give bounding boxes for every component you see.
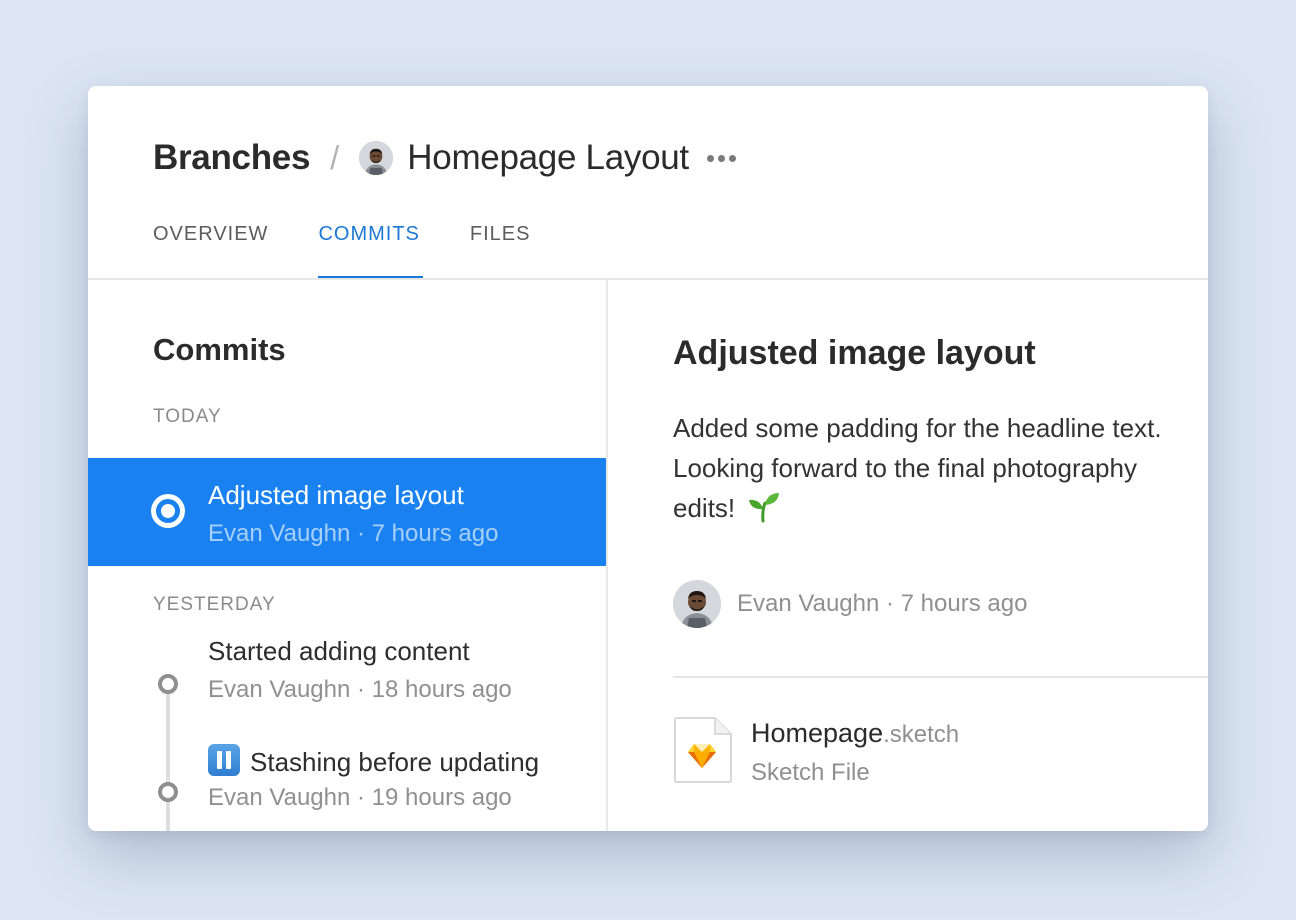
avatar xyxy=(673,580,721,628)
commit-detail-panel: Adjusted image layout Added some padding… xyxy=(608,280,1208,831)
avatar xyxy=(359,141,394,175)
commit-title: Adjusted image layout xyxy=(208,480,464,510)
commit-meta: Evan Vaughn · 19 hours ago xyxy=(208,784,512,811)
timeline-node-icon xyxy=(158,782,178,802)
commit-meta: Evan Vaughn · 7 hours ago xyxy=(208,520,499,547)
file-info: Homepage.sketch Sketch File xyxy=(751,716,959,787)
commit-title-wrapper: Stashing before updating xyxy=(208,744,539,778)
seedling-icon xyxy=(747,489,781,534)
commit-description: Added some padding for the headline text… xyxy=(673,408,1173,534)
commit-item-selected[interactable]: Adjusted image layout Evan Vaughn · 7 ho… xyxy=(88,458,606,566)
file-name: Homepage xyxy=(751,718,884,748)
file-item[interactable]: Homepage.sketch Sketch File xyxy=(673,716,959,787)
breadcrumb-branches-link[interactable]: Branches xyxy=(153,138,310,178)
file-type: Sketch File xyxy=(751,759,870,786)
commit-meta: Evan Vaughn · 18 hours ago xyxy=(208,676,512,703)
page-header: Branches / Homepage Layout OVERVIEW COMM… xyxy=(88,86,1208,280)
breadcrumb: Branches / Homepage Layout xyxy=(153,134,736,182)
group-label-yesterday: YESTERDAY xyxy=(153,594,276,615)
sketch-file-icon xyxy=(673,716,733,784)
more-options-icon[interactable] xyxy=(706,149,736,168)
tab-bar: OVERVIEW COMMITS FILES xyxy=(153,214,580,280)
file-extension: .sketch xyxy=(883,721,960,748)
commit-title: Stashing before updating xyxy=(250,747,540,777)
commit-detail-title: Adjusted image layout xyxy=(673,334,1036,372)
commit-author: Evan Vaughn · 7 hours ago xyxy=(673,580,1027,628)
tab-files[interactable]: FILES xyxy=(470,214,531,280)
commit-author-meta: Evan Vaughn · 7 hours ago xyxy=(737,590,1028,617)
group-label-today: TODAY xyxy=(153,406,222,427)
branch-title: Homepage Layout xyxy=(407,138,689,177)
commits-panel-title: Commits xyxy=(153,332,286,367)
breadcrumb-separator: / xyxy=(330,139,340,176)
commits-panel: Commits TODAY Adjusted image layout Evan… xyxy=(88,280,606,831)
commit-item[interactable]: Started adding content Evan Vaughn · 18 … xyxy=(88,636,606,736)
tab-commits[interactable]: COMMITS xyxy=(318,214,424,280)
tab-overview[interactable]: OVERVIEW xyxy=(153,214,268,280)
selected-commit-marker-icon xyxy=(151,494,185,528)
file-title: Homepage.sketch xyxy=(751,718,959,749)
pause-button-icon xyxy=(208,744,240,776)
commit-title: Started adding content xyxy=(208,636,470,666)
commit-item[interactable]: Stashing before updating Evan Vaughn · 1… xyxy=(88,744,606,831)
timeline-node-icon xyxy=(158,674,178,694)
detail-divider xyxy=(673,676,1208,678)
app-window: Branches / Homepage Layout OVERVIEW COMM… xyxy=(88,86,1208,831)
